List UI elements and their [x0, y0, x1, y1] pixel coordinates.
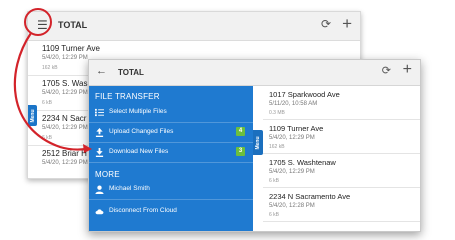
disconnect-label: Disconnect From Cloud	[109, 207, 177, 214]
checklist-icon	[95, 108, 104, 117]
menu-tab-label: Menu	[255, 135, 261, 150]
file-size: 0.3 MB	[269, 110, 285, 116]
user-icon	[95, 185, 104, 194]
file-name: 1109 Turner Ave	[269, 124, 324, 133]
file-date: 5/4/20, 12:29 PM	[269, 169, 315, 175]
foreground-title: TOTAL	[118, 68, 144, 77]
foreground-toolbar: ← TOTAL ⟳ +	[89, 60, 420, 86]
file-date: 5/11/20, 10:58 AM	[269, 101, 318, 107]
highlight-circle	[24, 8, 52, 36]
file-transfer-heading: FILE TRANSFER	[95, 92, 160, 101]
file-date: 5/4/20, 12:29 PM	[42, 55, 88, 61]
list-item[interactable]: 1705 S. Washtenaw 5/4/20, 12:29 PM 6 kB	[263, 154, 420, 188]
disconnect-cloud-item[interactable]: Disconnect From Cloud	[89, 202, 253, 221]
refresh-icon[interactable]: ⟳	[382, 66, 391, 77]
file-size: 6 kB	[269, 212, 280, 218]
background-toolbar: ☰ TOTAL ⟳ +	[28, 12, 360, 41]
list-item[interactable]: 2234 N Sacramento Ave 5/4/20, 12:28 PM 6…	[263, 188, 420, 222]
file-name: 2512 Briar H	[42, 149, 87, 158]
file-size: 6 kB	[269, 178, 280, 184]
user-account-item[interactable]: Michael Smith	[89, 180, 253, 200]
file-name: 2234 N Sacr	[42, 114, 87, 123]
file-name: 1705 S. Washtenaw	[269, 158, 336, 167]
drawer-item-label: Download New Files	[109, 148, 169, 155]
menu-pull-tab[interactable]: Menu	[28, 105, 37, 126]
add-icon[interactable]: +	[342, 15, 352, 32]
download-icon	[95, 148, 104, 157]
navigation-drawer: FILE TRANSFER Select Multiple Files Uplo…	[89, 86, 253, 231]
back-arrow-icon[interactable]: ←	[96, 66, 107, 77]
user-name: Michael Smith	[109, 185, 150, 192]
upload-count-badge: 4	[236, 127, 245, 136]
background-title: TOTAL	[58, 20, 88, 30]
upload-changed-files-item[interactable]: Upload Changed Files 4	[89, 123, 253, 143]
file-date: 5/4/20, 12:28 PM	[269, 203, 315, 209]
file-date: 5/4/20, 12:29 PM	[42, 90, 88, 96]
file-name: 2234 N Sacramento Ave	[269, 192, 351, 201]
file-size: 162 kB	[42, 65, 58, 71]
drawer-item-label: Select Multiple Files	[109, 108, 167, 115]
upload-icon	[95, 128, 104, 137]
file-name: 1109 Turner Ave	[42, 44, 100, 53]
menu-tab-label: Menu	[29, 108, 36, 123]
file-name: 1017 Sparkwood Ave	[269, 90, 340, 99]
foreground-app-window: ← TOTAL ⟳ + FILE TRANSFER Select Multipl…	[88, 59, 421, 232]
foreground-file-list: 1017 Sparkwood Ave 5/11/20, 10:58 AM 0.3…	[263, 86, 420, 231]
refresh-icon[interactable]: ⟳	[321, 18, 331, 30]
menu-pull-tab[interactable]: Menu	[253, 130, 263, 155]
cloud-icon	[95, 209, 104, 215]
drawer-item-label: Upload Changed Files	[109, 128, 174, 135]
list-item[interactable]: 1017 Sparkwood Ave 5/11/20, 10:58 AM 0.3…	[263, 86, 420, 120]
file-date: 5/4/20, 12:29 PM	[42, 160, 88, 166]
file-size: 6 kB	[42, 135, 53, 141]
file-size: 6 kB	[42, 100, 53, 106]
add-icon[interactable]: +	[403, 62, 412, 78]
file-name: 1705 S. Was	[42, 79, 88, 88]
file-date: 5/4/20, 12:29 PM	[269, 135, 315, 141]
file-date: 5/4/20, 12:29 PM	[42, 125, 88, 131]
file-size: 162 kB	[269, 144, 285, 150]
download-count-badge: 3	[236, 147, 245, 156]
more-heading: MORE	[95, 170, 120, 179]
list-item[interactable]: 1109 Turner Ave 5/4/20, 12:29 PM 162 kB	[263, 120, 420, 154]
select-multiple-files-item[interactable]: Select Multiple Files	[89, 103, 253, 123]
download-new-files-item[interactable]: Download New Files 3	[89, 143, 253, 163]
